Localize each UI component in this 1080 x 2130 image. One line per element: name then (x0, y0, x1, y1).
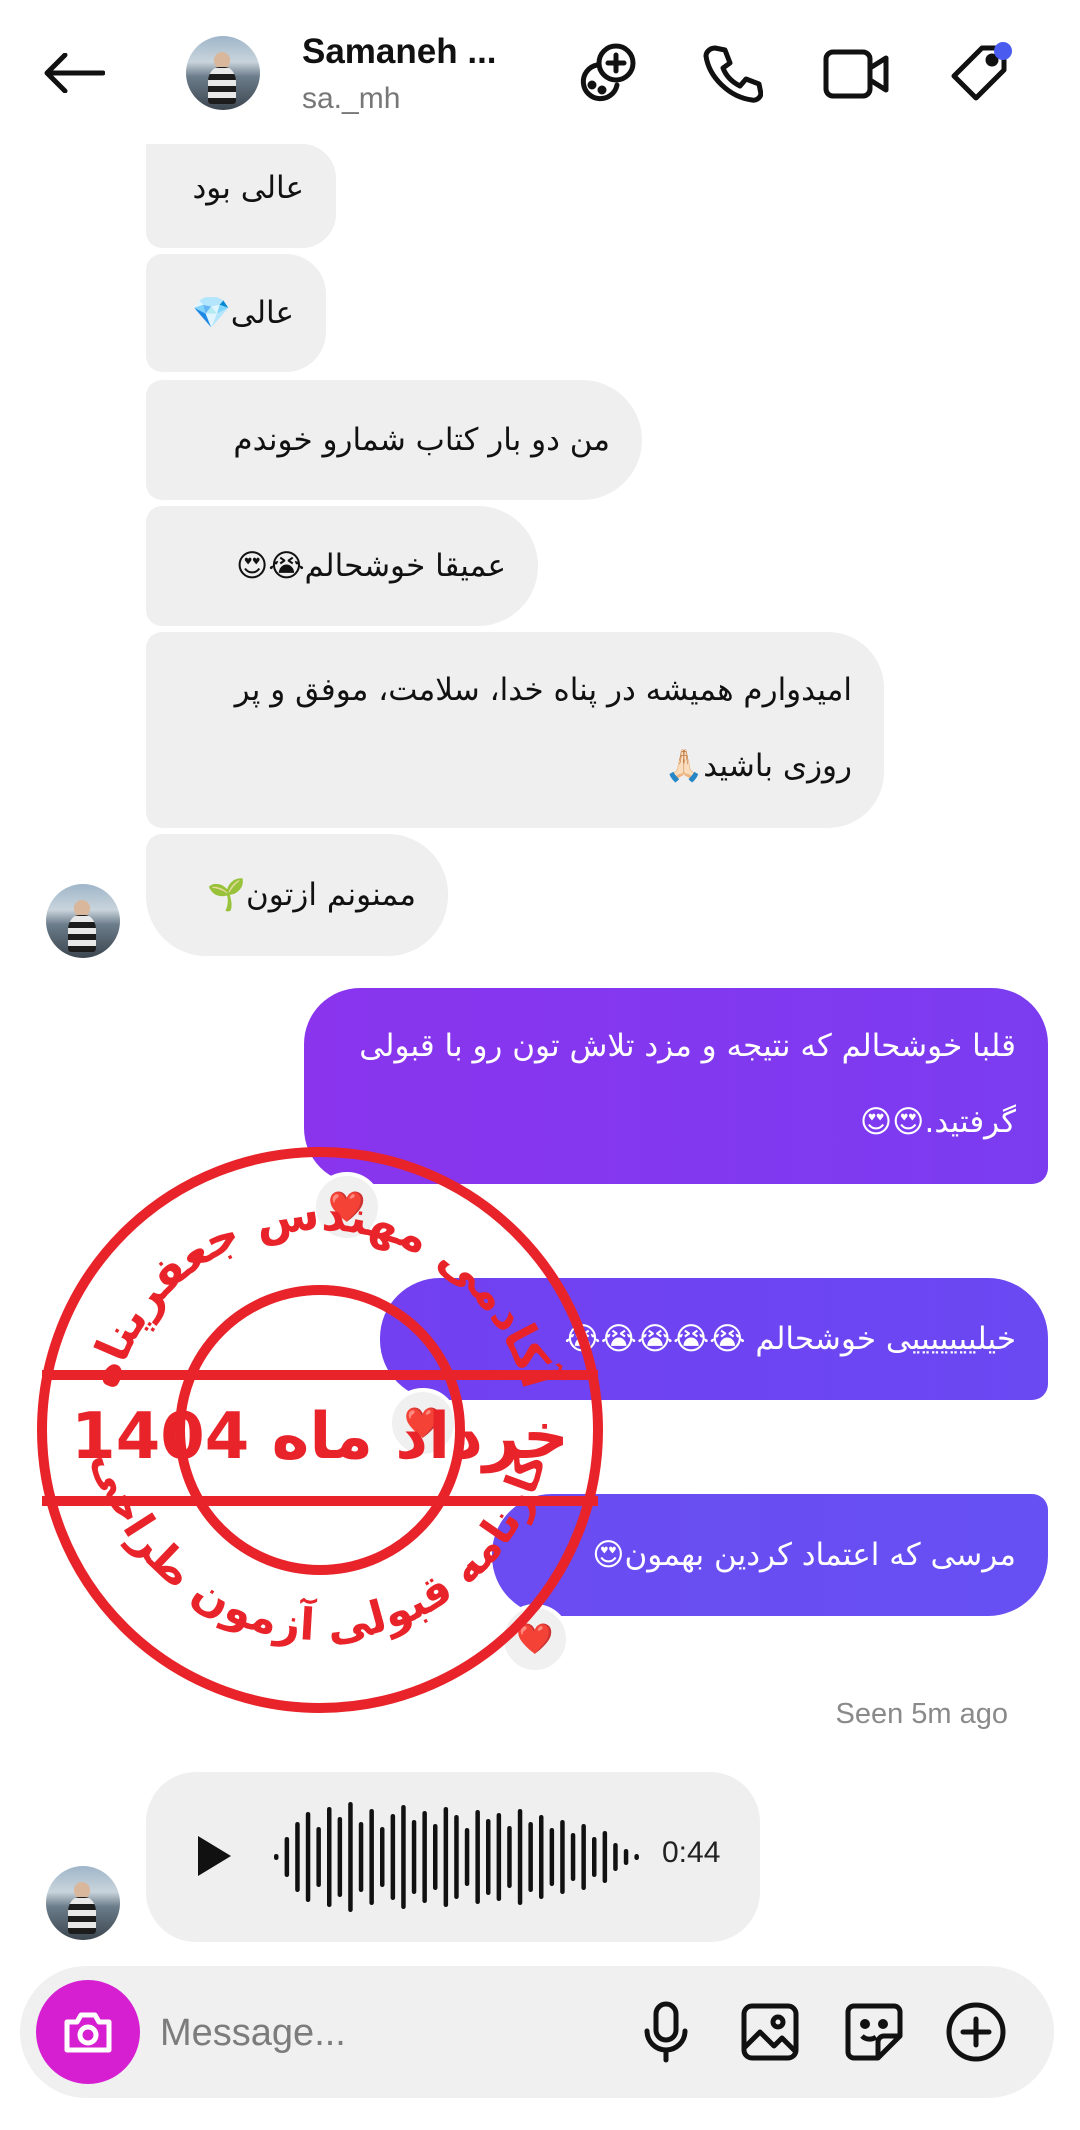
message-incoming[interactable]: ممنونم ازتون🌱 (146, 834, 448, 956)
waveform-bar (634, 1854, 639, 1860)
message-incoming[interactable]: من دو بار کتاب شمارو خوندم (146, 380, 642, 500)
stamp-bottom-text: کارنامه قبولی آزمون طراحی (83, 1445, 556, 1652)
contact-name[interactable]: Samaneh ... (302, 32, 497, 72)
waveform-bar (295, 1822, 300, 1892)
waveform-bar (369, 1809, 374, 1905)
waveform-bar (443, 1807, 449, 1907)
sender-avatar[interactable] (46, 884, 120, 958)
waveform-bar (327, 1807, 332, 1907)
waveform-bar (305, 1812, 311, 1902)
message-outgoing[interactable]: قلبا خوشحالم که نتیجه و مزد تلاش تون رو … (304, 988, 1048, 1184)
waveform-bar (274, 1854, 279, 1860)
games-icon[interactable] (570, 36, 646, 112)
message-incoming[interactable]: عالی💎 (146, 254, 326, 372)
sender-avatar[interactable] (46, 1866, 120, 1940)
back-arrow-icon[interactable] (34, 38, 114, 108)
play-icon[interactable] (182, 1824, 246, 1888)
voice-message[interactable]: 0:44 (146, 1772, 760, 1942)
waveform-bar (539, 1815, 544, 1899)
heart-reaction[interactable]: ❤️ (388, 1388, 458, 1458)
waveform-bar (390, 1814, 396, 1900)
video-call-icon[interactable] (818, 36, 894, 112)
message-input[interactable] (158, 1996, 602, 2070)
waveform-bar (284, 1837, 290, 1877)
message-incoming[interactable]: امیدوارم همیشه در پناه خدا، سلامت، موفق … (146, 632, 884, 828)
waveform-bar (549, 1828, 555, 1886)
waveform-bar (422, 1811, 427, 1903)
heart-reaction[interactable]: ❤️ (500, 1604, 570, 1674)
call-icon[interactable] (694, 36, 770, 112)
microphone-icon[interactable] (628, 1994, 704, 2070)
waveform-bar (517, 1809, 523, 1905)
message-incoming[interactable]: عمیقا خوشحالم😭😍 (146, 506, 538, 626)
waveform-bar (623, 1849, 629, 1865)
seen-status: Seen 5m ago (835, 1698, 1008, 1730)
waveform[interactable] (272, 1792, 652, 1922)
waveform-bar (560, 1820, 565, 1894)
contact-username[interactable]: sa._mh (302, 82, 400, 116)
waveform-bar (570, 1833, 576, 1881)
message-outgoing[interactable]: خیلیییییییی خوشحالم 😭😭😭😭😭 (380, 1278, 1048, 1400)
stamp-middle-text: خرداد ماه 1404 (71, 1400, 569, 1474)
waveform-bar (380, 1827, 385, 1887)
heart-reaction[interactable]: ❤️ (312, 1172, 382, 1242)
chat-header: Samaneh ... sa._mh (0, 0, 1080, 150)
waveform-bar (401, 1805, 406, 1909)
waveform-bar (475, 1810, 480, 1904)
sticker-icon[interactable] (836, 1994, 912, 2070)
add-icon[interactable] (938, 1994, 1014, 2070)
waveform-bar (496, 1813, 502, 1901)
contact-avatar[interactable] (186, 36, 260, 110)
svg-text:کارنامه قبولی آزمون طراحی: کارنامه قبولی آزمون طراحی (83, 1445, 556, 1652)
message-composer (20, 1966, 1054, 2098)
waveform-bar (486, 1819, 491, 1895)
waveform-bar (337, 1817, 343, 1897)
waveform-bar (433, 1824, 438, 1890)
waveform-bar (507, 1826, 512, 1888)
message-incoming[interactable]: عالی بود (146, 144, 336, 248)
waveform-bar (602, 1831, 608, 1883)
notification-dot (994, 42, 1012, 60)
waveform-bar (581, 1824, 586, 1890)
waveform-bar (454, 1815, 459, 1899)
camera-icon[interactable] (36, 1980, 140, 2084)
gallery-icon[interactable] (732, 1994, 808, 2070)
waveform-bar (528, 1822, 533, 1892)
waveform-bar (348, 1802, 353, 1912)
waveform-bar (613, 1843, 618, 1871)
tag-icon[interactable] (942, 36, 1018, 112)
waveform-bar (358, 1822, 364, 1892)
waveform-bar (592, 1837, 597, 1877)
waveform-bar (316, 1827, 321, 1887)
waveform-bar (411, 1820, 417, 1894)
voice-duration: 0:44 (662, 1836, 721, 1869)
message-outgoing[interactable]: مرسی که اعتماد کردین بهمون😍 (492, 1494, 1048, 1616)
waveform-bar (464, 1828, 470, 1886)
